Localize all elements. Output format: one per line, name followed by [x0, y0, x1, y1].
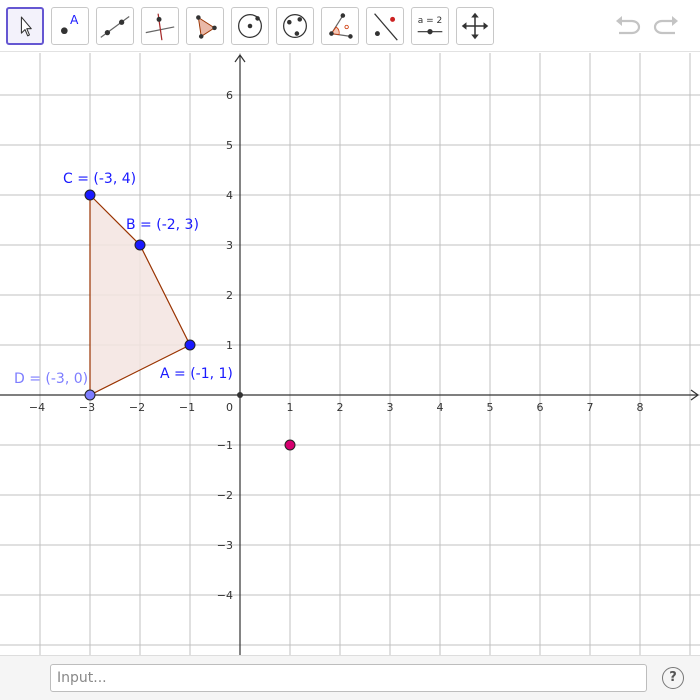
undo-icon: [616, 16, 641, 35]
point-label-d: D = (-3, 0): [14, 371, 88, 387]
origin-label: 0: [226, 401, 233, 414]
perpendicular-line-icon: [145, 13, 175, 41]
point-label-a: A = (-1, 1): [160, 366, 233, 382]
toolbar: A a = 2: [0, 0, 700, 52]
angle-tool-button[interactable]: [321, 7, 359, 45]
help-icon[interactable]: ?: [662, 667, 684, 689]
point-tool-label: A: [70, 13, 79, 27]
y-tick-label: −4: [217, 589, 233, 602]
angle-icon: [329, 13, 353, 39]
arrow-cursor-icon: [20, 16, 32, 37]
line-through-two-points-icon: [100, 16, 130, 38]
x-tick-label: 8: [637, 401, 644, 414]
perpendicular-line-tool-button[interactable]: [141, 7, 179, 45]
point-d[interactable]: [84, 389, 96, 401]
polygon-icon: [196, 15, 217, 39]
coordinate-plane[interactable]: −4 −3 −2 −1 1 2 3 4 5 6 7 8 6 5 4 3 2 1 −1 −2 −3 −4 0 A = (-1,…: [0, 53, 700, 655]
x-tick-label: 7: [587, 401, 594, 414]
point-e[interactable]: [284, 439, 296, 451]
reflect-about-line-icon: [374, 13, 398, 41]
x-tick-label: −3: [79, 401, 95, 414]
x-tick-label: 3: [387, 401, 394, 414]
y-tick-label: 6: [226, 89, 233, 102]
y-tick-label: 5: [226, 139, 233, 152]
reflect-tool-button[interactable]: [366, 7, 404, 45]
point-a[interactable]: [184, 339, 196, 351]
slider-tool-label: a = 2: [418, 16, 443, 26]
x-tick-label: 6: [537, 401, 544, 414]
x-tick-label: 1: [287, 401, 294, 414]
circle-three-points-icon: [283, 14, 307, 38]
x-tick-label: 2: [337, 401, 344, 414]
y-tick-label: 2: [226, 289, 233, 302]
point-c[interactable]: [84, 189, 96, 201]
y-tick-label: −1: [217, 439, 233, 452]
slider-icon: a = 2: [417, 16, 443, 35]
circle-three-points-tool-button[interactable]: [276, 7, 314, 45]
y-tick-label: 3: [226, 239, 233, 252]
point-icon: A: [61, 13, 79, 35]
point-tool-button[interactable]: A: [51, 7, 89, 45]
line-tool-button[interactable]: [96, 7, 134, 45]
circle-center-icon: [238, 14, 262, 38]
slider-tool-button[interactable]: a = 2: [411, 7, 449, 45]
y-tick-label: 1: [226, 339, 233, 352]
point-label-c: C = (-3, 4): [63, 171, 136, 187]
redo-icon: [653, 16, 678, 35]
polygon-tool-button[interactable]: [186, 7, 224, 45]
move-graphics-view-tool-button[interactable]: [456, 7, 494, 45]
graphics-view[interactable]: −4 −3 −2 −1 1 2 3 4 5 6 7 8 6 5 4 3 2 1 −1 −2 −3 −4 0 A = (-1,…: [0, 53, 700, 655]
point-label-b: B = (-2, 3): [126, 217, 199, 233]
input-bar: ?: [0, 655, 700, 700]
y-tick-label: 4: [226, 189, 233, 202]
x-tick-label: −4: [29, 401, 45, 414]
undo-button[interactable]: [613, 11, 643, 41]
move-graphics-view-icon: [461, 12, 489, 40]
move-tool-button[interactable]: [6, 7, 44, 45]
x-tick-label: −1: [179, 401, 195, 414]
circle-center-tool-button[interactable]: [231, 7, 269, 45]
algebra-input-field[interactable]: [50, 664, 647, 692]
x-tick-label: 5: [487, 401, 494, 414]
point-b[interactable]: [134, 239, 146, 251]
redo-button[interactable]: [651, 11, 681, 41]
y-tick-label: −2: [217, 489, 233, 502]
x-tick-label: 4: [437, 401, 444, 414]
x-tick-label: −2: [129, 401, 145, 414]
y-tick-label: −3: [217, 539, 233, 552]
